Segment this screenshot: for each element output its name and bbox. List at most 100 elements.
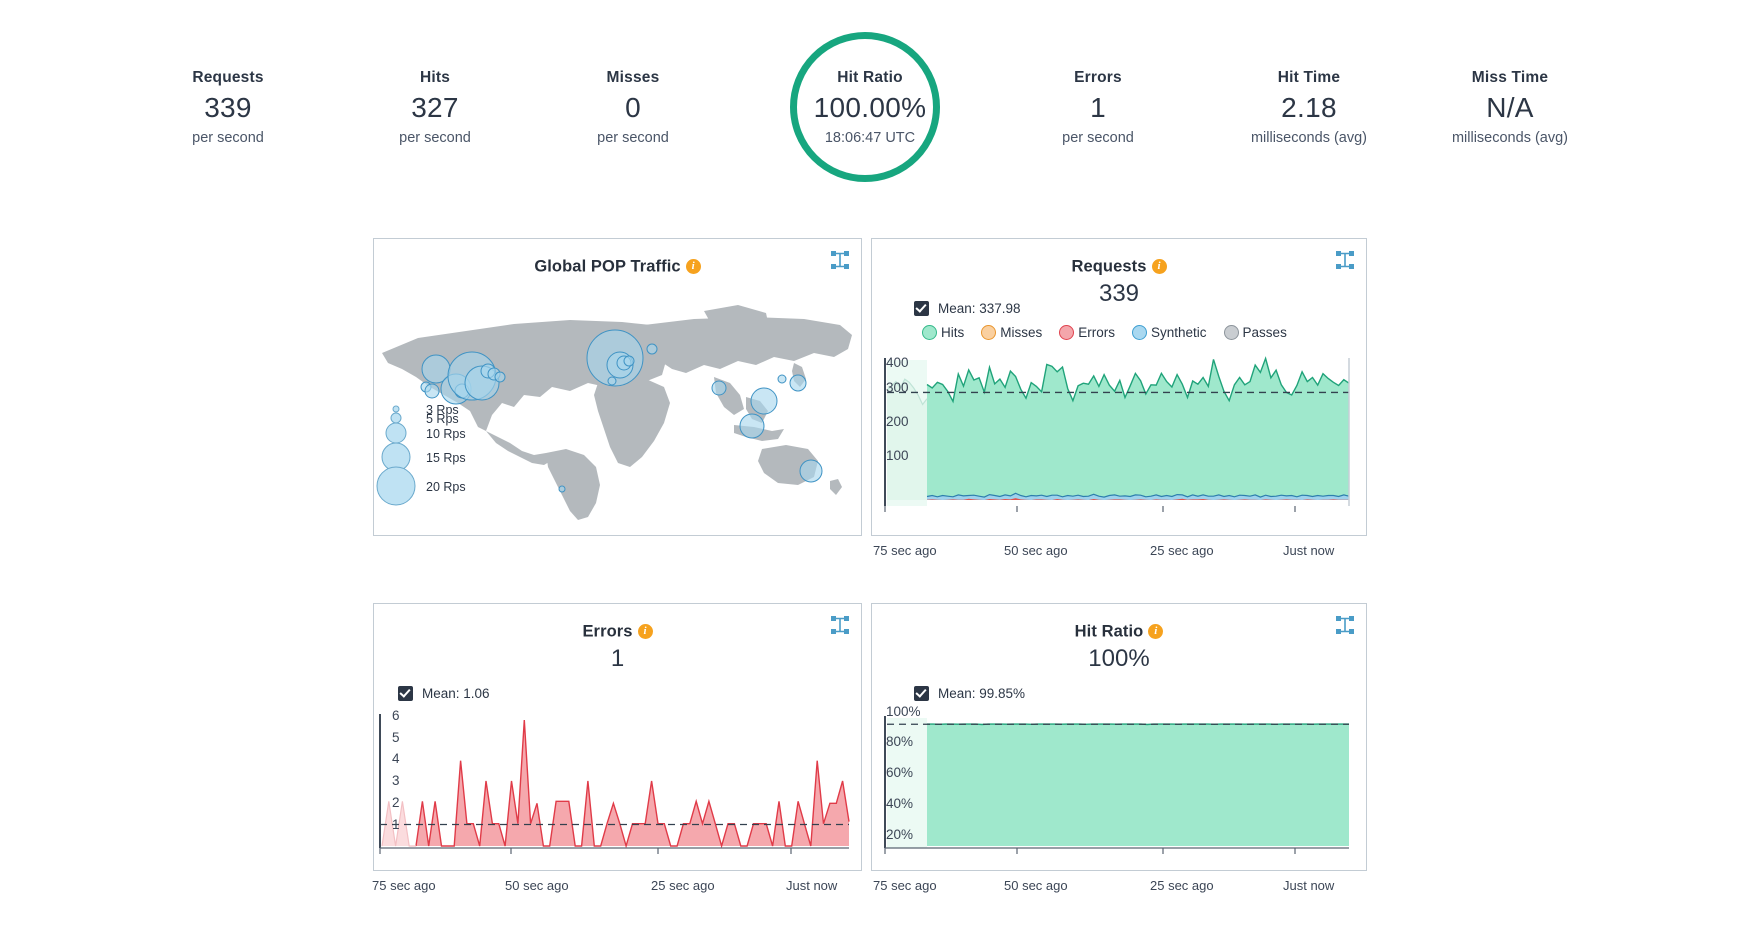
global-pop-traffic-panel: Global POP Traffic i xyxy=(373,238,862,536)
stat-errors-value: 1 xyxy=(998,90,1198,126)
map-panel-title-text: Global POP Traffic xyxy=(534,258,680,276)
legend-item-passes[interactable]: Passes xyxy=(1224,325,1287,340)
requests-ytick-100: 100 xyxy=(886,448,909,463)
info-icon[interactable]: i xyxy=(1152,259,1167,274)
legend-swatch-synthetic xyxy=(1132,325,1147,340)
mean-checkbox[interactable] xyxy=(398,686,413,701)
world-map-svg: 3 Rps 5 Rps 10 Rps 15 Rps 20 Rps xyxy=(374,291,861,521)
stat-miss-time-value: N/A xyxy=(1395,90,1625,126)
stat-errors: Errors 1 per second xyxy=(998,68,1198,148)
hitratio-xtick-now: Just now xyxy=(1283,878,1334,893)
errors-mean-toggle-row[interactable]: Mean: 1.06 xyxy=(398,686,490,701)
stat-hit-ratio-value: 100.00% xyxy=(770,90,970,126)
info-icon[interactable]: i xyxy=(638,624,653,639)
stat-miss-time-label: Miss Time xyxy=(1395,68,1625,88)
stat-hit-ratio: Hit Ratio 100.00% 18:06:47 UTC xyxy=(770,68,970,148)
expand-icon[interactable] xyxy=(831,251,849,269)
legend-item-hits[interactable]: Hits xyxy=(922,325,964,340)
stats-strip: Requests 339 per second Hits 327 per sec… xyxy=(0,0,1737,200)
errors-ytick-4: 4 xyxy=(392,751,400,766)
legend-swatch-misses xyxy=(981,325,996,340)
errors-panel-title-text: Errors xyxy=(582,623,632,641)
requests-mean-label: Mean: 337.98 xyxy=(938,301,1021,316)
legend-item-errors[interactable]: Errors xyxy=(1059,325,1115,340)
stat-hit-time: Hit Time 2.18 milliseconds (avg) xyxy=(1194,68,1424,148)
stat-miss-time-unit: milliseconds (avg) xyxy=(1395,128,1625,148)
info-icon[interactable]: i xyxy=(1148,624,1163,639)
errors-chart-panel: Errorsi 1 Mean: 1.06 6 5 4 3 2 1 xyxy=(373,603,862,871)
hitratio-ytick-80: 80% xyxy=(886,734,913,749)
hitratio-mean-toggle-row[interactable]: Mean: 99.85% xyxy=(914,686,1025,701)
expand-icon[interactable] xyxy=(1336,616,1354,634)
hitratio-area-chart xyxy=(872,712,1366,870)
legend-swatch-passes xyxy=(1224,325,1239,340)
map-size-legend: 3 Rps 5 Rps 10 Rps 15 Rps 20 Rps xyxy=(377,403,466,505)
hitratio-ytick-60: 60% xyxy=(886,765,913,780)
mean-checkbox[interactable] xyxy=(914,686,929,701)
stat-hit-time-label: Hit Time xyxy=(1194,68,1424,88)
requests-area-chart xyxy=(872,354,1366,534)
requests-panel-title: Requestsi xyxy=(872,239,1366,277)
map-legend-label-20rps: 20 Rps xyxy=(426,480,466,494)
errors-ytick-6: 6 xyxy=(392,708,400,723)
errors-xtick-50: 50 sec ago xyxy=(505,878,569,893)
legend-label-errors: Errors xyxy=(1078,325,1115,340)
legend-label-misses: Misses xyxy=(1000,325,1042,340)
expand-icon[interactable] xyxy=(831,616,849,634)
errors-area-chart xyxy=(374,712,861,870)
requests-x-axis: 75 sec ago 50 sec ago 25 sec ago Just no… xyxy=(871,543,1367,563)
requests-mean-toggle-row[interactable]: Mean: 337.98 xyxy=(914,301,1021,316)
mean-checkbox[interactable] xyxy=(914,301,929,316)
expand-icon[interactable] xyxy=(1336,251,1354,269)
stat-requests-unit: per second xyxy=(128,128,328,148)
legend-item-misses[interactable]: Misses xyxy=(981,325,1042,340)
dashboard-page: Requests 339 per second Hits 327 per sec… xyxy=(0,0,1737,934)
hitratio-x-axis: 75 sec ago 50 sec ago 25 sec ago Just no… xyxy=(871,878,1367,898)
requests-xtick-now: Just now xyxy=(1283,543,1334,558)
requests-ytick-400: 400 xyxy=(886,355,909,370)
hit-ratio-chart-panel: Hit Ratio i 100% Mean: 99.85% 100% 80% 60… xyxy=(871,603,1367,871)
legend-label-hits: Hits xyxy=(941,325,964,340)
legend-swatch-hits xyxy=(922,325,937,340)
errors-current-value: 1 xyxy=(374,644,861,674)
stat-miss-time: Miss Time N/A milliseconds (avg) xyxy=(1395,68,1625,148)
errors-mean-label: Mean: 1.06 xyxy=(422,686,490,701)
requests-ytick-300: 300 xyxy=(886,380,909,395)
stat-misses-label: Misses xyxy=(533,68,733,88)
map-panel-title: Global POP Traffic i xyxy=(374,239,861,277)
legend-item-synthetic[interactable]: Synthetic xyxy=(1132,325,1207,340)
stat-requests-label: Requests xyxy=(128,68,328,88)
hitratio-current-value: 100% xyxy=(872,644,1366,674)
legend-label-passes: Passes xyxy=(1243,325,1287,340)
stat-hit-ratio-label: Hit Ratio xyxy=(770,68,970,88)
stat-requests-value: 339 xyxy=(128,90,328,126)
stat-hit-ratio-timestamp: 18:06:47 UTC xyxy=(770,128,970,148)
requests-xtick-75: 75 sec ago xyxy=(873,543,937,558)
requests-legend: Hits Misses Errors Synthetic Passes xyxy=(922,325,1287,340)
legend-label-synthetic: Synthetic xyxy=(1151,325,1207,340)
hitratio-ytick-20: 20% xyxy=(886,827,913,842)
requests-xtick-50: 50 sec ago xyxy=(1004,543,1068,558)
stat-misses: Misses 0 per second xyxy=(533,68,733,148)
map-legend-label-10rps: 10 Rps xyxy=(426,427,466,441)
info-icon[interactable]: i xyxy=(686,259,701,274)
map-legend-label-5rps: 5 Rps xyxy=(426,412,459,426)
errors-ytick-5: 5 xyxy=(392,730,400,745)
stat-hits-label: Hits xyxy=(335,68,535,88)
errors-panel-title: Errorsi xyxy=(374,604,861,642)
requests-chart-panel: Requestsi 339 Mean: 337.98 Hits Misses xyxy=(871,238,1367,536)
errors-xtick-75: 75 sec ago xyxy=(372,878,436,893)
errors-ytick-1: 1 xyxy=(392,817,400,832)
errors-ytick-3: 3 xyxy=(392,773,400,788)
stat-requests: Requests 339 per second xyxy=(128,68,328,148)
stat-misses-unit: per second xyxy=(533,128,733,148)
stat-misses-value: 0 xyxy=(533,90,733,126)
errors-x-axis: 75 sec ago 50 sec ago 25 sec ago Just no… xyxy=(373,878,862,898)
hitratio-xtick-75: 75 sec ago xyxy=(873,878,937,893)
hitratio-ytick-100: 100% xyxy=(886,704,921,719)
hitratio-panel-title-text: Hit Ratio xyxy=(1075,623,1144,641)
stat-errors-label: Errors xyxy=(998,68,1198,88)
stat-hits-value: 327 xyxy=(335,90,535,126)
stat-hit-time-value: 2.18 xyxy=(1194,90,1424,126)
requests-xtick-25: 25 sec ago xyxy=(1150,543,1214,558)
